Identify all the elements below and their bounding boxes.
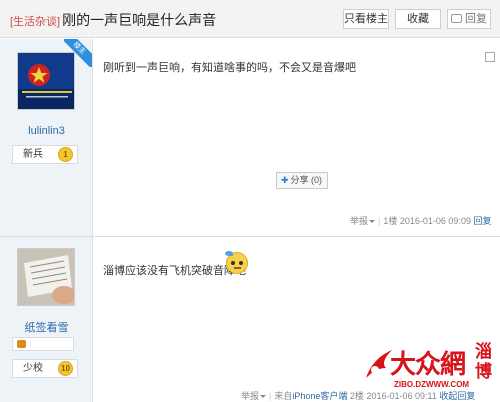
op-badge: 楼主	[64, 39, 92, 67]
level-icon: 10	[58, 361, 73, 376]
reply-link[interactable]: 回复	[473, 216, 491, 226]
watermark-side: 淄博	[475, 342, 492, 382]
reply-button[interactable]: 回复	[447, 9, 491, 29]
dzwww-watermark-logo: 大众網 ZIBO.DZWWW.COM 淄博	[360, 340, 500, 402]
rank-label: 少校	[23, 363, 43, 374]
source-link[interactable]: iPhone客户端	[292, 391, 347, 401]
post-meta: 举报 | 1楼 2016-01-06 09:09 回复	[350, 216, 492, 226]
rank-label: 新兵	[23, 149, 43, 160]
category-tag[interactable]: [生活杂谈]	[10, 16, 60, 28]
thread-header: [生活杂谈] 刚的一声巨响是什么声音 只看楼主 收藏 回复	[0, 0, 500, 38]
chevron-down-icon	[369, 220, 376, 223]
only-op-button[interactable]: 只看楼主	[343, 9, 389, 29]
post-time: 2016-01-06 09:09	[399, 216, 471, 226]
level-icon: 1	[58, 147, 73, 162]
share-button[interactable]: ✚ 分享 (0)	[276, 172, 328, 189]
source-prefix: 来自	[274, 391, 293, 401]
rank-badge: 少校 10	[12, 359, 78, 378]
avatar[interactable]	[17, 248, 75, 306]
watermark-main: 大众網	[390, 350, 466, 380]
medal-bar	[12, 337, 74, 351]
rank-badge: 新兵 1	[12, 145, 78, 164]
favorite-button[interactable]: 收藏	[395, 9, 441, 29]
username[interactable]: 纸签看雪	[0, 319, 93, 335]
thread-title: 刚的一声巨响是什么声音	[62, 12, 217, 28]
sweat-emoji-icon	[225, 251, 248, 274]
username[interactable]: lulinlin3	[0, 125, 93, 137]
reply-icon	[451, 14, 462, 23]
reply-button-label: 回复	[465, 13, 487, 25]
report-link[interactable]: 举报	[241, 391, 267, 401]
post-divider	[0, 236, 500, 237]
thread-title-wrap: [生活杂谈] 刚的一声巨响是什么声音	[10, 10, 216, 30]
report-link[interactable]: 举报	[350, 216, 376, 226]
share-label: 分享 (0)	[290, 175, 323, 185]
share-icon: ✚	[281, 175, 289, 185]
watermark-url: ZIBO.DZWWW.COM	[394, 380, 470, 389]
scroll-indicator[interactable]	[485, 52, 495, 62]
post-content: 淄博应该没有飞机突破音障吧	[103, 265, 246, 277]
medal-icon	[17, 340, 26, 348]
avatar-image	[18, 249, 74, 305]
op-badge-label: 楼主	[64, 39, 92, 67]
chevron-down-icon	[260, 395, 267, 398]
post-content: 刚听到一声巨响，有知道啥事的吗，不会又是音爆吧	[103, 62, 356, 74]
floor-number: 1楼	[383, 216, 398, 226]
